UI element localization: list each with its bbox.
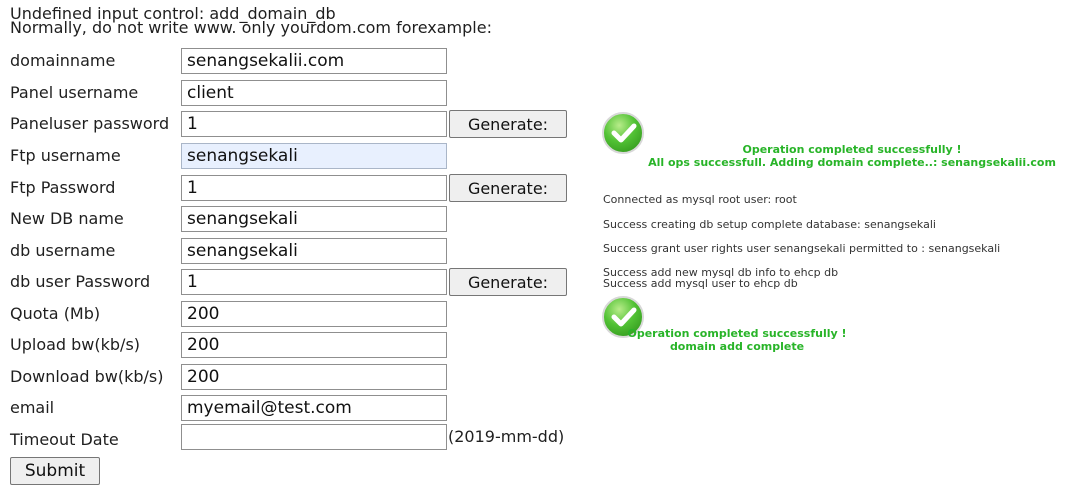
field-label: Paneluser password: [10, 114, 170, 133]
field-label: Download bw(kb/s): [10, 367, 164, 386]
new-db-name-input[interactable]: senangsekali: [181, 206, 447, 232]
domainname-input[interactable]: senangsekalii.com: [181, 48, 447, 74]
field-label: Timeout Date: [10, 430, 119, 449]
log-line: Connected as mysql root user: root: [603, 193, 797, 206]
generate-db-user-password-button[interactable]: Generate:: [449, 268, 567, 296]
success-message-title: Operation completed successfully !: [742, 143, 962, 156]
field-label: db username: [10, 241, 116, 260]
ftp-password-input[interactable]: 1: [181, 175, 447, 201]
field-label: Panel username: [10, 83, 139, 102]
log-line: Success grant user rights user senangsek…: [603, 242, 1001, 255]
field-label: Ftp username: [10, 146, 121, 165]
field-label: Ftp Password: [10, 178, 116, 197]
quota-input[interactable]: 200: [181, 301, 447, 327]
upload-bw-input[interactable]: 200: [181, 332, 447, 358]
generate-ftp-password-button[interactable]: Generate:: [449, 174, 567, 202]
timeout-date-input[interactable]: [181, 424, 447, 450]
field-label: domainname: [10, 51, 116, 70]
success-message-detail: domain add complete: [669, 340, 805, 353]
success-message-detail: All ops successfull. Adding domain compl…: [648, 156, 1056, 169]
submit-button[interactable]: Submit: [10, 457, 100, 485]
log-line: Success creating db setup complete datab…: [603, 218, 936, 231]
download-bw-input[interactable]: 200: [181, 364, 447, 390]
email-input[interactable]: myemail@test.com: [181, 395, 447, 421]
field-label: db user Password: [10, 272, 151, 291]
db-username-input[interactable]: senangsekali: [181, 238, 447, 264]
panel-username-input[interactable]: client: [181, 80, 447, 106]
ftp-username-input[interactable]: senangsekali: [181, 143, 447, 169]
field-label: Quota (Mb): [10, 304, 101, 323]
field-label: Upload bw(kb/s): [10, 335, 141, 354]
field-label: email: [10, 398, 55, 417]
generate-paneluser-password-button[interactable]: Generate:: [449, 110, 567, 138]
field-label: New DB name: [10, 209, 124, 228]
log-line: Success add mysql user to ehcp db: [603, 277, 798, 290]
db-user-password-input[interactable]: 1: [181, 269, 447, 295]
date-format-hint: (2019-mm-dd): [448, 427, 565, 446]
instruction-line: Normally, do not write www. only yourdom…: [10, 18, 492, 37]
paneluser-password-input[interactable]: 1: [181, 111, 447, 137]
success-message-title: Operation completed successfully !: [627, 327, 847, 340]
